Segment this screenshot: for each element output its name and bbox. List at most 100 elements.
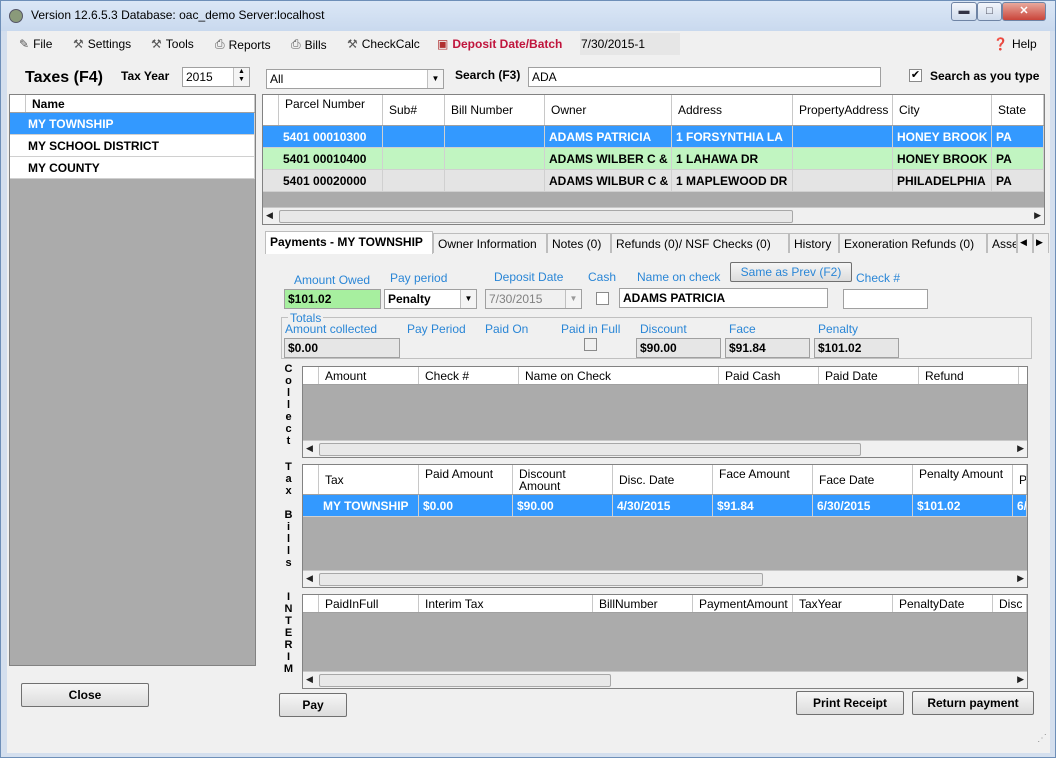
col-city[interactable]: City	[893, 95, 992, 125]
search-input[interactable]: ADA	[528, 67, 881, 87]
name-row[interactable]: MY TOWNSHIP	[10, 113, 255, 135]
close-window-button[interactable]: ✕	[1002, 2, 1046, 21]
col-payment-amount[interactable]: PaymentAmount	[693, 595, 793, 612]
tab-history[interactable]: History	[789, 233, 839, 253]
tab-exoneration-refunds[interactable]: Exoneration Refunds (0)	[839, 233, 987, 253]
menu-deposit[interactable]: ▣ Deposit Date/Batch	[437, 37, 562, 51]
search-as-type-checkbox[interactable]: ✔	[909, 69, 922, 82]
chevron-down-icon[interactable]: ▼	[427, 70, 443, 88]
col-address[interactable]: Address	[672, 95, 793, 125]
pay-period-select[interactable]: Penalty ▼	[384, 289, 477, 309]
menu-settings[interactable]: ⚒ Settings	[73, 37, 131, 51]
tab-notes[interactable]: Notes (0)	[547, 233, 611, 253]
scroll-right-icon[interactable]: ▶	[1017, 573, 1024, 584]
col-paid-in-full[interactable]: PaidInFull	[319, 595, 419, 612]
col-refund[interactable]: Refund	[919, 367, 1019, 384]
tab-refunds[interactable]: Refunds (0)/ NSF Checks (0)	[611, 233, 789, 253]
calculator-icon: ⚒	[347, 37, 358, 51]
col-property-address[interactable]: PropertyAddress	[793, 95, 893, 125]
resize-grip-icon[interactable]: ⋰	[1037, 733, 1047, 744]
col-interim-tax[interactable]: Interim Tax	[419, 595, 593, 612]
scroll-left-icon[interactable]: ◀	[266, 210, 273, 221]
close-button[interactable]: Close	[21, 683, 149, 707]
col-bill-number[interactable]: BillNumber	[593, 595, 693, 612]
col-sub[interactable]: Sub#	[383, 95, 445, 125]
return-payment-button[interactable]: Return payment	[912, 691, 1034, 715]
menu-bills-label: Bills	[304, 37, 327, 52]
check-number-input[interactable]	[843, 289, 928, 309]
parcel-row[interactable]: 5401 00020000 ADAMS WILBUR C & 1 MAPLEWO…	[263, 170, 1044, 192]
col-bill-number[interactable]: Bill Number	[445, 95, 545, 125]
col-discount-amount[interactable]: Discount Amount	[513, 465, 613, 494]
col-state[interactable]: State	[992, 95, 1044, 125]
col-face-amount[interactable]: Face Amount	[713, 465, 813, 494]
col-tax-year[interactable]: TaxYear	[793, 595, 893, 612]
parcel-row[interactable]: 5401 00010400 ADAMS WILBER C & 1 LAHAWA …	[263, 148, 1044, 170]
filter-select[interactable]: All ▼	[266, 69, 444, 89]
scroll-thumb[interactable]	[319, 674, 611, 687]
col-face-date[interactable]: Face Date	[813, 465, 913, 494]
parcels-hscroll[interactable]: ◀ ▶	[263, 207, 1044, 224]
scroll-left-icon[interactable]: ◀	[306, 674, 313, 685]
menu-file[interactable]: ✎ File	[19, 37, 52, 51]
menu-checkcalc[interactable]: ⚒ CheckCalc	[347, 37, 420, 51]
interim-hscroll[interactable]: ◀ ▶	[303, 671, 1027, 688]
scroll-thumb[interactable]	[319, 573, 763, 586]
tab-scroll-left-icon[interactable]: ◀	[1017, 233, 1033, 253]
window-title: Version 12.6.5.3 Database: oac_demo Serv…	[31, 8, 325, 22]
col-penalty-date[interactable]: PenaltyDate	[893, 595, 993, 612]
col-check[interactable]: Check #	[419, 367, 519, 384]
collect-hscroll[interactable]: ◀ ▶	[303, 440, 1027, 457]
col-amount[interactable]: Amount	[319, 367, 419, 384]
parcel-cell: PA	[992, 170, 1044, 191]
scroll-right-icon[interactable]: ▶	[1017, 674, 1024, 685]
col-paid-amount[interactable]: Paid Amount	[419, 465, 513, 494]
tab-assessment[interactable]: Asse	[987, 233, 1017, 253]
tab-owner-information[interactable]: Owner Information	[433, 233, 547, 253]
tax-year-stepper[interactable]: 2015 ▲ ▼	[182, 67, 250, 87]
scroll-right-icon[interactable]: ▶	[1017, 443, 1024, 454]
scroll-left-icon[interactable]: ◀	[306, 573, 313, 584]
menu-deposit-label: Deposit Date/Batch	[452, 37, 563, 51]
taxbills-hscroll[interactable]: ◀ ▶	[303, 570, 1027, 587]
name-on-check-input[interactable]: ADAMS PATRICIA	[619, 288, 828, 308]
cash-checkbox[interactable]	[596, 292, 609, 305]
menu-bills[interactable]: ⎙ Bills	[291, 37, 327, 52]
col-owner[interactable]: Owner	[545, 95, 672, 125]
taxbill-row[interactable]: MY TOWNSHIP $0.00 $90.00 4/30/2015 $91.8…	[303, 495, 1027, 517]
col-penalty-date[interactable]: P	[1013, 465, 1027, 494]
name-row[interactable]: MY SCHOOL DISTRICT	[10, 135, 255, 157]
col-paid-cash[interactable]: Paid Cash	[719, 367, 819, 384]
scroll-left-icon[interactable]: ◀	[306, 443, 313, 454]
minimize-button[interactable]: ▬	[951, 2, 977, 21]
menu-help[interactable]: ❓ Help	[993, 37, 1037, 51]
stepper-arrows-icon[interactable]: ▲ ▼	[233, 68, 249, 86]
col-penalty-amount[interactable]: Penalty Amount	[913, 465, 1013, 494]
parcel-row[interactable]: 5401 00010300 ADAMS PATRICIA 1 FORSYNTHI…	[263, 126, 1044, 148]
col-disc-date[interactable]: Disc. Date	[613, 465, 713, 494]
file-icon: ✎	[19, 37, 30, 51]
print-receipt-button[interactable]: Print Receipt	[796, 691, 904, 715]
col-parcel-number[interactable]: Parcel Number	[279, 95, 383, 125]
same-as-prev-button[interactable]: Same as Prev (F2)	[730, 262, 852, 282]
col-disc[interactable]: Disc	[993, 595, 1027, 612]
name-row[interactable]: MY COUNTY	[10, 157, 255, 179]
col-name-on-check[interactable]: Name on Check	[519, 367, 719, 384]
paid-in-full-label: Paid in Full	[561, 322, 621, 336]
interim-header: PaidInFull Interim Tax BillNumber Paymen…	[303, 595, 1027, 613]
parcel-cell: HONEY BROOK	[893, 126, 992, 147]
chevron-down-icon[interactable]: ▼	[460, 290, 476, 308]
tab-payments[interactable]: Payments - MY TOWNSHIP	[265, 231, 433, 254]
menu-tools[interactable]: ⚒ Tools	[151, 37, 194, 51]
col-tax[interactable]: Tax	[319, 465, 419, 494]
maximize-button[interactable]: □	[977, 2, 1002, 21]
scroll-right-icon[interactable]: ▶	[1034, 210, 1041, 221]
scroll-thumb[interactable]	[279, 210, 793, 223]
menu-reports[interactable]: ⎙ Reports	[215, 37, 271, 52]
pay-button[interactable]: Pay	[279, 693, 347, 717]
app-window: Version 12.6.5.3 Database: oac_demo Serv…	[0, 0, 1056, 758]
scroll-thumb[interactable]	[319, 443, 861, 456]
tab-scroll-right-icon[interactable]: ▶	[1033, 233, 1049, 253]
col-paid-date[interactable]: Paid Date	[819, 367, 919, 384]
deposit-date-picker: 7/30/2015 ▼	[485, 289, 582, 309]
